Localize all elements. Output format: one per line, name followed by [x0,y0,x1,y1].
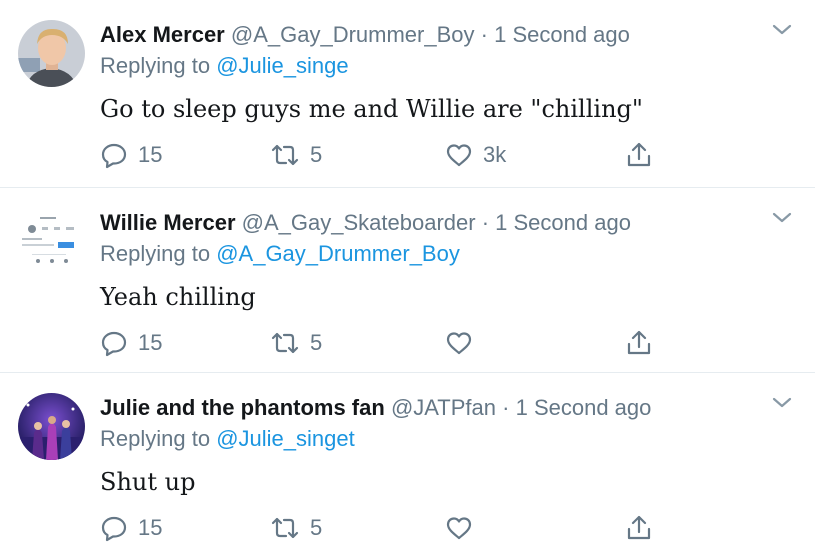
chevron-down-icon[interactable] [771,22,793,38]
reply-count: 15 [138,330,163,355]
replying-label: Replying to [100,241,211,266]
like-button[interactable] [445,511,483,545]
reply-icon [101,143,127,169]
replying-label: Replying to [100,426,211,451]
tweet-text: Shut up [100,468,196,496]
tweet[interactable]: Julie and the phantoms fan @JATPfan · 1 … [0,373,815,557]
share-button[interactable] [625,511,653,545]
avatar[interactable] [18,393,85,460]
separator-dot: · [480,22,488,47]
replying-to-link[interactable]: @A_Gay_Drummer_Boy [216,241,460,266]
tweet-header: Julie and the phantoms fan @JATPfan · 1 … [100,395,651,421]
timestamp[interactable]: 1 Second ago [516,395,652,420]
like-button[interactable]: 3k [445,138,506,172]
avatar[interactable] [18,20,85,87]
chevron-down-icon[interactable] [771,395,793,411]
reply-count: 15 [138,142,163,167]
tweet-text: Yeah chilling [100,283,256,311]
author-handle[interactable]: @A_Gay_Skateboarder [242,210,476,235]
replying-to: Replying to @A_Gay_Drummer_Boy [100,241,460,267]
reply-count: 15 [138,515,163,540]
replying-label: Replying to [100,53,211,78]
replying-to: Replying to @Julie_singet [100,426,355,452]
reply-button[interactable]: 15 [100,326,162,360]
separator-dot: · [481,210,490,235]
retweet-count: 5 [310,515,323,540]
tweet-actions: 15 5 [100,326,660,360]
tweet-actions: 15 5 [100,511,660,545]
reply-icon [101,331,127,357]
retweet-button[interactable]: 5 [270,138,322,172]
like-count: 3k [483,142,507,167]
heart-icon [446,332,472,355]
retweet-count: 5 [310,142,323,167]
heart-icon [446,144,472,167]
timestamp[interactable]: 1 Second ago [495,210,631,235]
tweet[interactable]: Alex Mercer @A_Gay_Drummer_Boy · 1 Secon… [0,0,815,188]
replying-to-link[interactable]: @Julie_singe [216,53,348,78]
replying-to-link[interactable]: @Julie_singet [216,426,355,451]
author-handle[interactable]: @JATPfan [391,395,496,420]
replying-to: Replying to @Julie_singe [100,53,349,79]
share-icon [627,142,651,167]
author-name[interactable]: Willie Mercer [100,210,236,235]
share-button[interactable] [625,326,653,360]
reply-button[interactable]: 15 [100,511,162,545]
tweet-text: Go to sleep guys me and Willie are "chil… [100,95,643,123]
heart-icon [446,517,472,540]
reply-button[interactable]: 15 [100,138,162,172]
tweet-header: Alex Mercer @A_Gay_Drummer_Boy · 1 Secon… [100,22,630,48]
author-name[interactable]: Alex Mercer [100,22,225,47]
tweet-actions: 15 5 3k [100,138,660,172]
share-icon [627,515,651,540]
chevron-down-icon[interactable] [771,210,793,226]
retweet-icon [271,332,299,354]
author-handle[interactable]: @A_Gay_Drummer_Boy [231,22,475,47]
timestamp[interactable]: 1 Second ago [494,22,630,47]
author-name[interactable]: Julie and the phantoms fan [100,395,385,420]
separator-dot: · [502,395,510,420]
retweet-count: 5 [310,330,323,355]
tweet-header: Willie Mercer @A_Gay_Skateboarder · 1 Se… [100,210,631,236]
reply-icon [101,516,127,542]
retweet-button[interactable]: 5 [270,326,322,360]
share-button[interactable] [625,138,653,172]
tweet[interactable]: Willie Mercer @A_Gay_Skateboarder · 1 Se… [0,188,815,373]
share-icon [627,330,651,355]
retweet-icon [271,517,299,539]
avatar[interactable] [18,208,85,275]
retweet-button[interactable]: 5 [270,511,322,545]
retweet-icon [271,144,299,166]
like-button[interactable] [445,326,483,360]
